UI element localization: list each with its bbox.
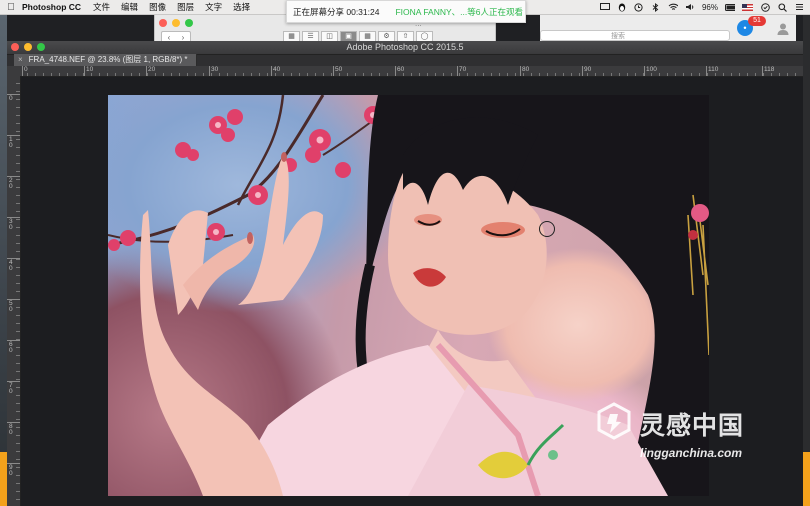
search-field[interactable]: 搜索 xyxy=(540,30,730,41)
finder-window-controls xyxy=(159,19,193,27)
document-tab[interactable]: × FRA_4748.NEF @ 23.8% (图层 1, RGB/8*) * xyxy=(14,54,197,66)
menu-edit[interactable]: 编辑 xyxy=(121,1,138,13)
zoom-button[interactable] xyxy=(185,19,193,27)
minimize-button[interactable] xyxy=(172,19,180,27)
desktop-background-left xyxy=(0,14,7,506)
qq-penguin-icon[interactable] xyxy=(617,3,627,11)
battery-icon[interactable] xyxy=(725,3,735,11)
input-source-flag-icon[interactable] xyxy=(742,3,753,11)
unread-badge: 51 xyxy=(748,16,766,26)
notification-center-icon[interactable] xyxy=(794,3,804,11)
wifi-icon[interactable] xyxy=(668,3,678,11)
vertical-ruler[interactable]: 0 1 0 2 0 3 0 4 0 5 0 6 0 7 0 8 0 9 0 xyxy=(7,76,21,506)
lingganchina-logo-icon xyxy=(597,402,631,440)
share-viewers: FIONA FANNY、...等6人正在观看 xyxy=(395,6,523,17)
desktop-background-right xyxy=(803,14,810,506)
menu-type[interactable]: 文字 xyxy=(205,1,222,13)
menu-status-area: 96% xyxy=(599,0,804,14)
search-placeholder: 搜索 xyxy=(611,33,625,40)
ruler-minor-ticks xyxy=(20,73,803,76)
screen-share-toast[interactable]: 正在屏幕分享 00:31:24 FIONA FANNY、...等6人正在观看 xyxy=(286,0,526,23)
bluetooth-icon[interactable] xyxy=(651,2,661,12)
user-switch-icon[interactable] xyxy=(760,2,770,12)
menu-image[interactable]: 图像 xyxy=(149,1,166,13)
document-tab-label: FRA_4748.NEF @ 23.8% (图层 1, RGB/8*) * xyxy=(28,55,188,64)
window-title: Adobe Photoshop CC 2015.5 xyxy=(346,42,464,52)
time-machine-icon[interactable] xyxy=(634,2,644,12)
horizontal-ruler[interactable]: 0 10 20 30 40 50 60 70 80 90 100 110 118 xyxy=(20,66,803,77)
battery-percent: 96% xyxy=(701,2,718,12)
ruler-origin[interactable] xyxy=(7,66,20,76)
volume-icon[interactable] xyxy=(685,3,695,11)
contacts-icon[interactable] xyxy=(776,22,790,36)
photoshop-title-bar[interactable]: Adobe Photoshop CC 2015.5 xyxy=(7,41,803,55)
share-timer: 正在屏幕分享 00:31:24 xyxy=(293,6,380,17)
watermark-url: lingganchina.com xyxy=(640,446,743,460)
menu-layer[interactable]: 图层 xyxy=(177,1,194,13)
apple-icon[interactable]:  xyxy=(0,2,22,13)
close-button[interactable] xyxy=(159,19,167,27)
close-tab-icon[interactable]: × xyxy=(18,54,23,66)
menu-file[interactable]: 文件 xyxy=(93,1,110,13)
brush-cursor xyxy=(539,221,555,237)
screen-share-icon[interactable] xyxy=(599,3,610,11)
watermark-brand: 灵感中国 xyxy=(640,411,745,440)
menu-app-name[interactable]: Photoshop CC xyxy=(22,2,81,12)
spotlight-search-icon[interactable] xyxy=(777,2,787,12)
menu-select[interactable]: 选择 xyxy=(233,1,250,13)
